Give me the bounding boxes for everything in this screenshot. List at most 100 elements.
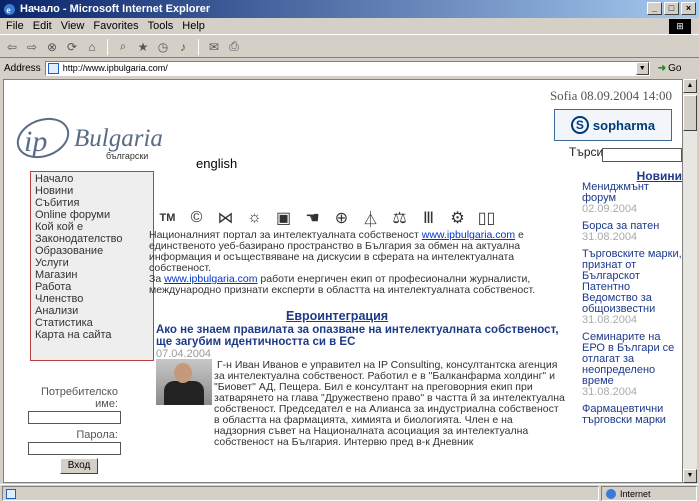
news-item-date: 31.08.2004 — [582, 386, 638, 398]
nav-item-sitemap[interactable]: Карта на сайта — [35, 329, 149, 341]
scroll-up-icon[interactable]: ▲ — [683, 79, 697, 93]
username-input[interactable] — [28, 411, 121, 424]
globe-icon[interactable]: ⊕ — [330, 207, 353, 229]
toolbar-separator — [198, 38, 199, 55]
news-item-title[interactable]: Семинарите на ЕРО в Българи се отлагат з… — [582, 332, 682, 387]
nav-item-news[interactable]: Новини — [35, 185, 149, 197]
nav-item-analyses[interactable]: Анализи — [35, 305, 149, 317]
address-input[interactable]: http://www.ipbulgaria.com/ ▼ — [44, 60, 650, 76]
search-icon[interactable]: ⌕ — [115, 39, 131, 55]
left-nav: Начало Новини Събития Online форуми Кой … — [30, 171, 154, 361]
status-bar: Internet — [0, 484, 699, 502]
news-item-date: 31.08.2004 — [582, 231, 638, 243]
search-label: Търси: — [569, 145, 607, 159]
nav-item-home[interactable]: Начало — [35, 173, 149, 185]
menu-edit[interactable]: Edit — [33, 20, 52, 32]
article-body: Г-н Иван Иванов е управител на IP Consul… — [214, 359, 565, 448]
stop-icon[interactable]: ⊗ — [44, 39, 60, 55]
minimize-button[interactable]: _ — [647, 2, 662, 15]
maximize-button[interactable]: □ — [664, 2, 679, 15]
search-input[interactable] — [602, 148, 682, 162]
go-button[interactable]: ➜ Go — [658, 63, 682, 74]
logo-text: Bulgaria — [74, 125, 163, 152]
back-icon[interactable]: ⇦ — [4, 39, 20, 55]
news-item-title[interactable]: Фармацевтични търговски марки — [582, 404, 682, 426]
current-date: Sofia 08.09.2004 14:00 — [549, 88, 672, 103]
sponsor-banner[interactable]: S sopharma — [554, 109, 672, 141]
window-title: Начало - Microsoft Internet Explorer — [20, 3, 211, 15]
status-text — [2, 486, 599, 501]
nav-item-jobs[interactable]: Работа — [35, 281, 149, 293]
section-title[interactable]: Евроинтеграция — [286, 309, 388, 323]
article-title[interactable]: Ако не знаем правилата за опазване на ин… — [156, 324, 566, 348]
mail-icon[interactable]: ✉ — [206, 39, 222, 55]
forward-icon[interactable]: ⇨ — [24, 39, 40, 55]
bulb-icon[interactable]: ☼ — [243, 207, 266, 229]
address-dropdown-icon[interactable]: ▼ — [635, 61, 649, 75]
history-icon[interactable]: ◷ — [155, 39, 171, 55]
copyright-icon[interactable]: © — [185, 207, 208, 229]
lang-bulgarian-link[interactable]: български — [106, 151, 148, 161]
lang-english-link[interactable]: english — [196, 156, 237, 171]
news-heading[interactable]: Новини — [582, 170, 682, 182]
page-viewport: ip Bulgaria Sofia 08.09.2004 14:00 S sop… — [3, 79, 683, 483]
nav-item-services[interactable]: Услуги — [35, 257, 149, 269]
scroll-thumb[interactable] — [683, 95, 697, 131]
tower-icon[interactable]: ⏃ — [359, 207, 382, 229]
address-url: http://www.ipbulgaria.com/ — [62, 63, 168, 73]
nav-item-legislation[interactable]: Законодателство — [35, 233, 149, 245]
dna-icon[interactable]: ⋈ — [214, 207, 237, 229]
hand-icon[interactable]: ☚ — [301, 207, 324, 229]
refresh-icon[interactable]: ⟳ — [64, 39, 80, 55]
nav-item-forums[interactable]: Online форуми — [35, 209, 149, 221]
article-photo — [156, 359, 212, 405]
nav-item-events[interactable]: Събития — [35, 197, 149, 209]
menu-view[interactable]: View — [61, 20, 85, 32]
news-item-date: 31.08.2004 — [582, 314, 638, 326]
nav-item-education[interactable]: Образование — [35, 245, 149, 257]
svg-text:e: e — [7, 5, 11, 15]
sponsor-logo-icon: S — [570, 116, 589, 134]
password-label: Парола: — [76, 429, 118, 441]
scroll-down-icon[interactable]: ▼ — [683, 469, 697, 483]
login-button[interactable]: Вход — [60, 458, 98, 474]
go-label: Go — [668, 62, 682, 74]
menu-favorites[interactable]: Favorites — [93, 20, 138, 32]
sponsor-name: sopharma — [592, 117, 656, 133]
home-icon[interactable]: ⌂ — [84, 39, 100, 55]
print-icon[interactable]: ⎙ — [226, 39, 242, 55]
media-icon[interactable]: ♪ — [175, 39, 191, 55]
menu-help[interactable]: Help — [182, 20, 205, 32]
toolbar: ⇦ ⇨ ⊗ ⟳ ⌂ ⌕ ★ ◷ ♪ ✉ ⎙ — [0, 36, 699, 58]
page-icon — [47, 62, 59, 74]
box-icon[interactable]: ▣ — [272, 207, 295, 229]
menu-file[interactable]: File — [6, 20, 24, 32]
vertical-scrollbar[interactable]: ▲ ▼ — [683, 79, 697, 483]
go-arrow-icon: ➜ — [657, 62, 667, 74]
trademark-icon[interactable]: TM — [156, 207, 179, 229]
news-item-title[interactable]: Мениджмънт форум — [582, 182, 682, 204]
nav-item-membership[interactable]: Членство — [35, 293, 149, 305]
gears-icon[interactable]: ⚙ — [446, 207, 469, 229]
intro-text: Националният портал за интелектуалната с… — [149, 230, 564, 296]
menu-tools[interactable]: Tools — [148, 20, 174, 32]
nav-item-shop[interactable]: Магазин — [35, 269, 149, 281]
close-button[interactable]: × — [681, 2, 696, 15]
username-label: Потребителско име: — [40, 386, 118, 410]
toolbar-separator — [107, 38, 108, 55]
book-icon[interactable]: ▯▯ — [475, 207, 498, 229]
news-item-title[interactable]: Търговските марки, признат от Българскот… — [582, 249, 682, 315]
zone-label: Internet — [620, 488, 651, 499]
password-input[interactable] — [28, 442, 121, 455]
menu-bar: File Edit View Favorites Tools Help ⊞ — [0, 18, 699, 35]
ie-icon: e — [3, 3, 16, 16]
favorites-icon[interactable]: ★ — [135, 39, 151, 55]
nav-item-whos-who[interactable]: Кой кой е — [35, 221, 149, 233]
address-bar: Address http://www.ipbulgaria.com/ ▼ ➜ G… — [0, 59, 699, 77]
column-icon[interactable]: Ⅲ — [417, 207, 440, 229]
scales-icon[interactable]: ⚖ — [388, 207, 411, 229]
news-item-date: 02.09.2004 — [582, 203, 638, 215]
nav-item-statistics[interactable]: Статистика — [35, 317, 149, 329]
security-zone: Internet — [601, 486, 697, 501]
windows-logo-icon: ⊞ — [669, 19, 691, 34]
